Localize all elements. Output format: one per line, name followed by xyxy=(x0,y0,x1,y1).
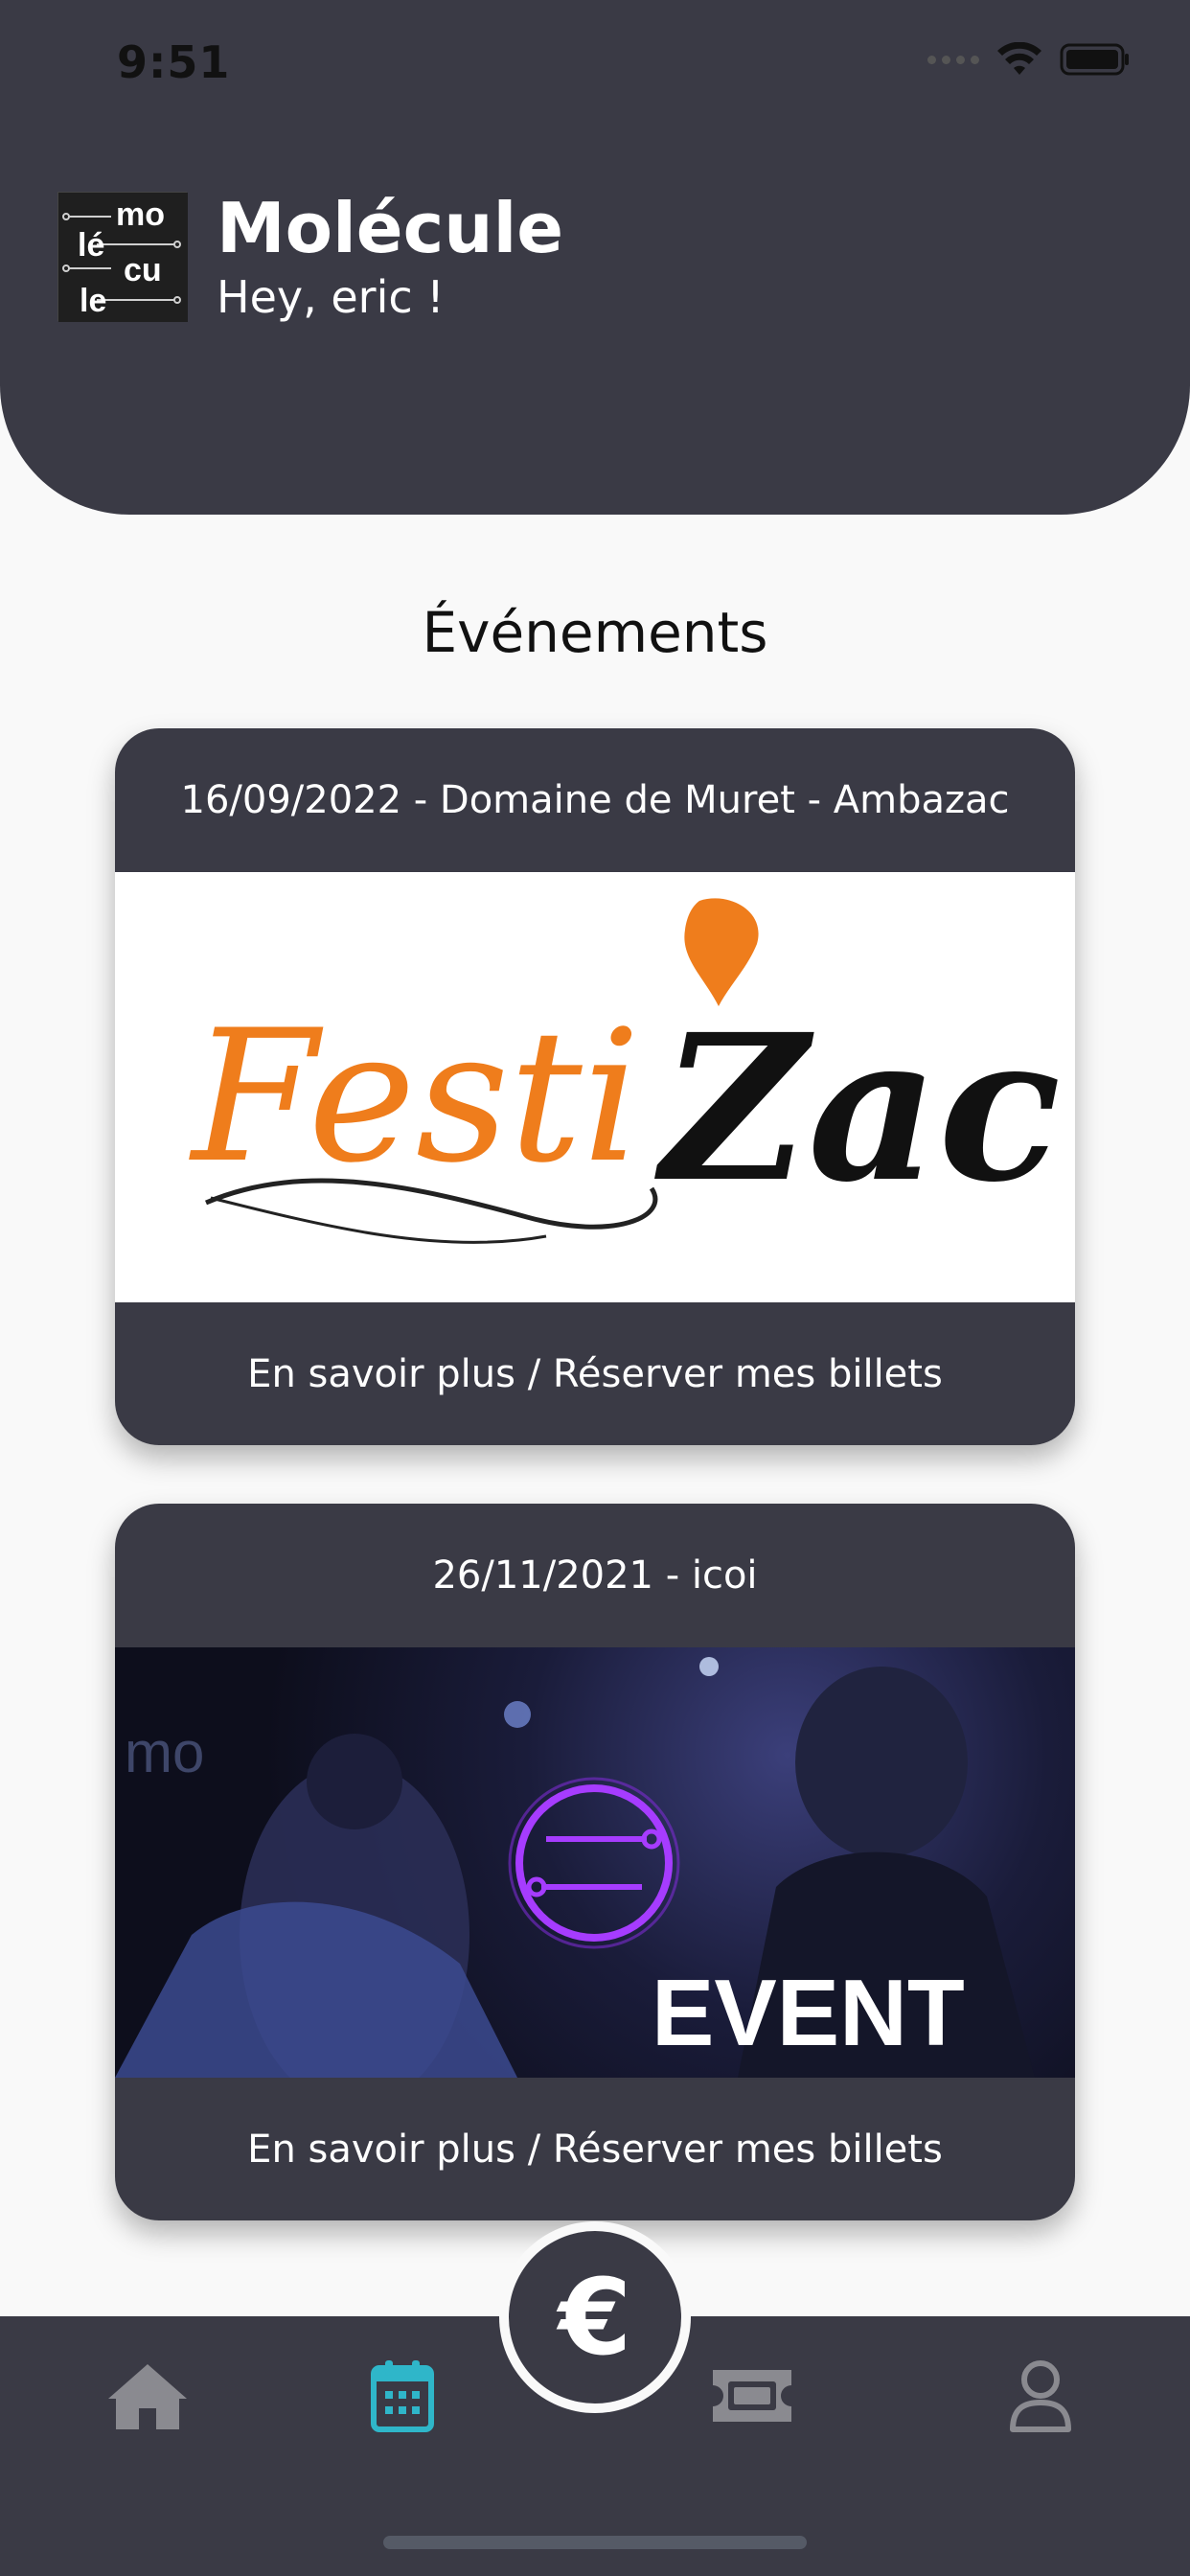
nav-events[interactable] xyxy=(355,2353,450,2439)
event-image[interactable]: mo EVENT xyxy=(115,1647,1075,2078)
svg-text:EVENT: EVENT xyxy=(652,1960,965,2065)
festizac-logo-image: Festi Zac xyxy=(189,898,1061,1244)
svg-text:lé: lé xyxy=(78,227,104,264)
svg-text:Festi: Festi xyxy=(189,991,641,1203)
wifi-icon xyxy=(997,42,1041,75)
event-image[interactable]: Festi Zac xyxy=(115,872,1075,1302)
svg-text:mo: mo xyxy=(125,1720,204,1784)
molecule-logo-icon: mo lé cu le xyxy=(58,193,188,322)
event-promo-image: mo EVENT xyxy=(115,1657,1035,2078)
calendar-icon xyxy=(371,2360,434,2432)
nav-profile[interactable] xyxy=(993,2353,1088,2439)
user-icon xyxy=(1010,2360,1071,2432)
euro-icon: € xyxy=(558,2256,632,2379)
event-card[interactable]: 26/11/2021 - icoi mo EVENT En savoir plu… xyxy=(115,1504,1075,2220)
app-title: Molécule xyxy=(217,188,564,268)
svg-text:cu: cu xyxy=(124,252,162,288)
nav-home[interactable] xyxy=(100,2353,195,2439)
event-card[interactable]: 16/09/2022 - Domaine de Muret - Ambazac … xyxy=(115,728,1075,1445)
greeting: Hey, eric ! xyxy=(217,271,445,323)
event-header: 26/11/2021 - icoi xyxy=(432,1553,758,1598)
app-logo: mo lé cu le xyxy=(57,192,188,322)
battery-icon xyxy=(1060,43,1129,76)
event-cta[interactable]: En savoir plus / Réserver mes billets xyxy=(115,1302,1075,1445)
svg-text:le: le xyxy=(80,283,106,319)
status-icons xyxy=(927,42,1131,77)
event-cta[interactable]: En savoir plus / Réserver mes billets xyxy=(115,2078,1075,2220)
svg-text:mo: mo xyxy=(116,196,165,233)
home-icon xyxy=(108,2364,187,2429)
payment-fab-button[interactable]: € xyxy=(509,2231,681,2404)
svg-text:Zac: Zac xyxy=(654,990,1061,1227)
section-title: Événements xyxy=(422,600,768,665)
screen: 9:51 mo lé cu le Molécule Hey, eric ! Év… xyxy=(0,0,1190,2576)
ticket-icon xyxy=(713,2370,791,2422)
nav-tickets[interactable] xyxy=(704,2353,800,2439)
home-indicator[interactable] xyxy=(383,2536,807,2549)
status-time: 9:51 xyxy=(117,36,231,88)
event-header: 16/09/2022 - Domaine de Muret - Ambazac xyxy=(180,778,1010,822)
signal-icon xyxy=(927,55,979,64)
